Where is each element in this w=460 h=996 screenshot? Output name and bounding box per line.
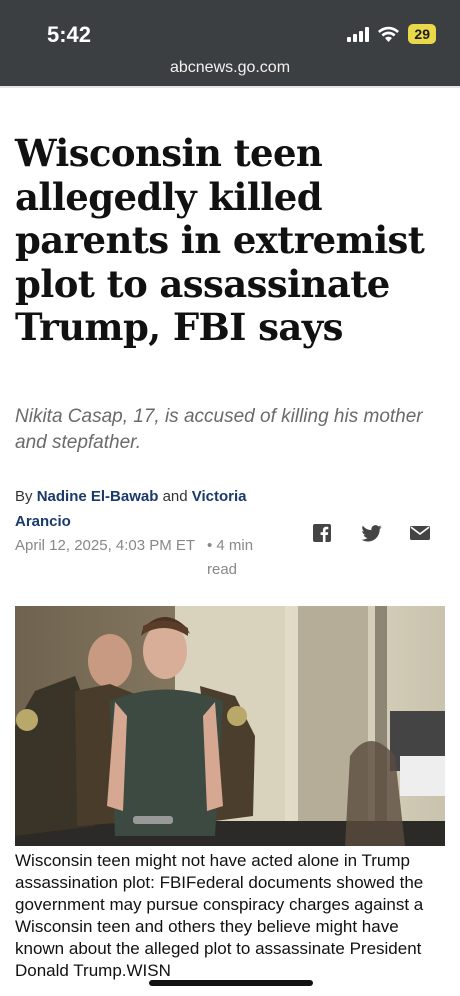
email-icon: [410, 526, 430, 540]
byline-and: and: [162, 488, 188, 505]
photo-caption: Wisconsin teen might not have acted alon…: [15, 851, 424, 980]
cellular-signal-icon: [347, 26, 370, 42]
divider: [0, 86, 460, 88]
byline: By Nadine El-Bawab and Victoria Arancio: [15, 484, 285, 534]
twitter-icon: [360, 524, 382, 541]
status-bar: 5:42 29 abcnews.go.com: [0, 0, 460, 86]
address-bar-url[interactable]: abcnews.go.com: [0, 59, 460, 77]
byline-prefix: By: [15, 488, 33, 505]
email-share-button[interactable]: [407, 522, 433, 544]
publish-date: April 12, 2025, 4:03 PM ET: [15, 537, 196, 554]
article-headline: Wisconsin teen allegedly killed parents …: [15, 131, 425, 349]
facebook-icon: [313, 524, 331, 542]
battery-indicator: 29: [408, 24, 436, 44]
article-photo[interactable]: [15, 606, 445, 846]
read-time: • 4 min read: [207, 537, 254, 578]
home-indicator[interactable]: [149, 980, 313, 986]
author-link-1[interactable]: Nadine El-Bawab: [37, 488, 159, 505]
article-subheadline: Nikita Casap, 17, is accused of killing …: [15, 406, 423, 453]
facebook-share-button[interactable]: [309, 522, 335, 544]
twitter-share-button[interactable]: [358, 522, 384, 544]
status-time: 5:42: [47, 22, 92, 47]
wifi-icon: [378, 26, 400, 42]
courtroom-photo-image: [15, 606, 445, 846]
status-icons: 29: [347, 24, 436, 44]
